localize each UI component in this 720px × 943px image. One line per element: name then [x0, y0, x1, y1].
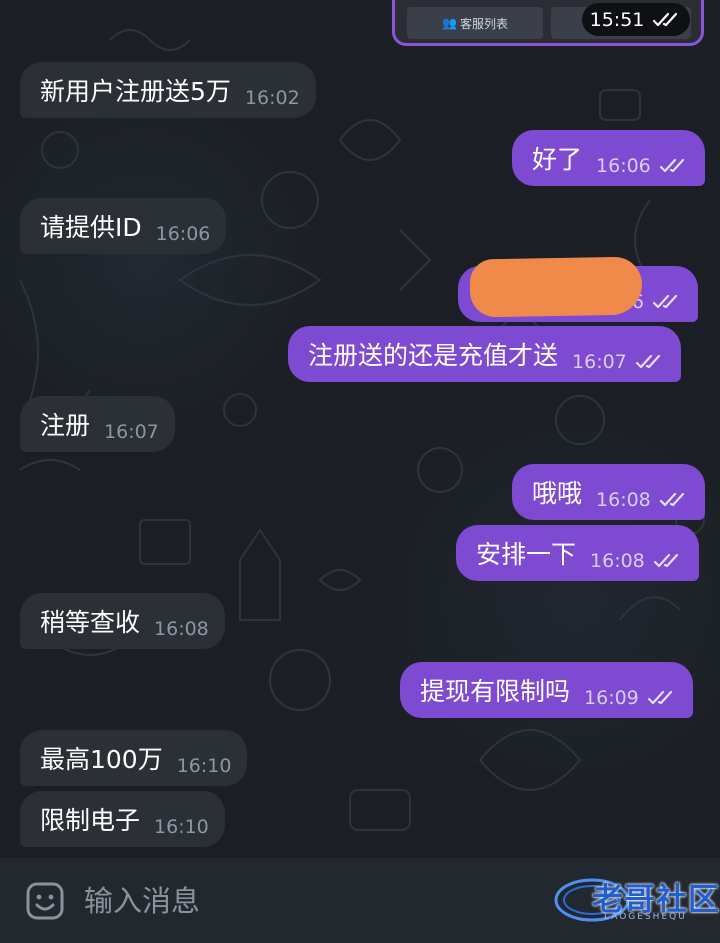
service-list-label: 客服列表 [459, 16, 508, 31]
message-outgoing[interactable]: 好了 16:06 [512, 130, 705, 186]
message-time: 16:10 [154, 816, 209, 838]
double-check-icon [659, 158, 684, 173]
double-check-icon [652, 294, 678, 309]
message-text: 请提供ID [40, 213, 142, 242]
message-incoming[interactable]: 请提供ID 16:06 [20, 198, 227, 254]
message-text: 好了 [532, 145, 583, 174]
message-time: 16:10 [176, 755, 232, 777]
message-time: 16:06 [596, 155, 651, 177]
message-outgoing[interactable]: 安排一下 16:08 [456, 525, 699, 581]
double-check-icon [647, 690, 672, 705]
message-time: 16:06 [155, 223, 211, 245]
redaction-overlay [469, 256, 643, 318]
double-check-icon [653, 553, 678, 568]
message-time: 16:07 [572, 351, 627, 373]
message-text: 提现有限制吗 [420, 677, 571, 706]
message-text: 限制电子 [40, 806, 141, 835]
message-text: 新用户注册送5万 [40, 77, 231, 106]
message-time: 16:08 [596, 489, 651, 511]
message-incoming[interactable]: 最高100万 16:10 [20, 730, 248, 786]
double-check-icon [653, 12, 678, 26]
message-outgoing[interactable]: 提现有限制吗 16:09 [400, 662, 693, 718]
message-incoming[interactable]: 稍等查收 16:08 [20, 593, 225, 649]
message-text: 哦哦 [532, 479, 583, 508]
double-check-icon [659, 492, 684, 507]
card-timestamp: 15:51 [582, 3, 690, 36]
message-incoming[interactable]: 注册 16:07 [20, 396, 175, 452]
message-incoming[interactable]: 限制电子 16:10 [20, 791, 225, 847]
message-outgoing[interactable]: 注册送的还是充值才送 16:07 [288, 326, 681, 382]
people-icon: 👥 [442, 16, 457, 30]
message-time: 16:08 [154, 618, 209, 640]
watermark-subtext: LAOGESHEQU [604, 912, 687, 922]
message-text: 注册送的还是充值才送 [308, 341, 559, 370]
message-outgoing[interactable]: 哦哦 16:08 [512, 464, 705, 520]
message-incoming[interactable]: 新用户注册送5万 16:02 [20, 62, 316, 118]
double-check-icon [635, 354, 660, 369]
message-input[interactable] [84, 878, 524, 924]
message-time: 16:08 [590, 550, 645, 572]
sticker-smile-icon[interactable] [24, 880, 66, 922]
message-text: 稍等查收 [40, 608, 141, 637]
message-text: 注册 [40, 411, 91, 440]
message-text: 最高100万 [40, 745, 163, 774]
message-time: 16:07 [104, 421, 159, 443]
message-text: 安排一下 [476, 540, 577, 569]
card-time-text: 15:51 [589, 8, 645, 31]
message-time: 16:02 [244, 87, 300, 109]
message-time: 16:09 [584, 687, 639, 709]
service-list-button[interactable]: 👥 客服列表 [407, 7, 543, 39]
